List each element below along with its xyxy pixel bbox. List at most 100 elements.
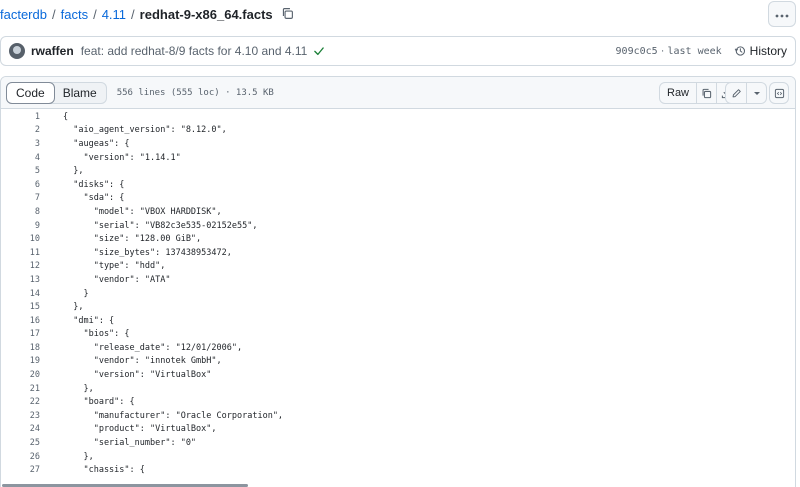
line-number[interactable]: 23 (1, 411, 40, 421)
line-number[interactable]: 6 (1, 180, 40, 190)
line-content: "vendor": "innotek GmbH", (63, 356, 222, 367)
check-icon[interactable] (313, 45, 325, 57)
line-number[interactable]: 1 (1, 112, 40, 122)
line-content: "augeas": { (63, 138, 130, 149)
breadcrumb-repo-link[interactable]: facterdb (0, 7, 47, 22)
line-content: "board": { (63, 397, 135, 408)
line-content: "product": "VirtualBox", (63, 424, 217, 435)
code-line: 1{ (1, 110, 795, 124)
commit-message-link[interactable]: feat: add redhat-8/9 facts for 4.10 and … (81, 44, 308, 58)
line-content: "serial": "VB82c3e535-02152e55", (63, 220, 258, 231)
symbols-panel-button[interactable] (769, 82, 789, 104)
line-number[interactable]: 20 (1, 370, 40, 380)
breadcrumb-dir-facts-link[interactable]: facts (61, 7, 88, 22)
file-header: Code Blame 556 lines (555 loc) · 13.5 KB… (1, 77, 795, 109)
line-content: "release_date": "12/01/2006", (63, 342, 243, 353)
tab-blame[interactable]: Blame (54, 83, 106, 103)
line-number[interactable]: 27 (1, 465, 40, 475)
line-content: "vendor": "ATA" (63, 274, 171, 285)
line-content: }, (63, 451, 94, 462)
line-content: }, (63, 166, 84, 177)
breadcrumb: facterdb / facts / 4.11 / redhat-9-x86_6… (0, 4, 295, 24)
code-line: 25 "serial_number": "0" (1, 436, 795, 450)
pencil-icon (732, 88, 741, 97)
line-number[interactable]: 12 (1, 261, 40, 271)
line-number[interactable]: 5 (1, 166, 40, 176)
breadcrumb-separator: / (131, 6, 135, 22)
line-number[interactable]: 25 (1, 438, 40, 448)
code-line: 22 "board": { (1, 395, 795, 409)
copy-icon[interactable] (281, 7, 295, 21)
line-number[interactable]: 22 (1, 397, 40, 407)
line-number[interactable]: 2 (1, 125, 40, 135)
copy-icon (702, 88, 712, 98)
line-number[interactable]: 16 (1, 316, 40, 326)
code-line: 27 "chassis": { (1, 463, 795, 477)
line-content: }, (63, 302, 84, 313)
breadcrumb-separator: / (51, 6, 56, 22)
line-content: "manufacturer": "Oracle Corporation", (63, 410, 284, 421)
raw-button[interactable]: Raw (660, 83, 696, 103)
commit-meta: 909c0c5 · last week (616, 45, 722, 57)
copy-raw-button[interactable] (696, 83, 716, 103)
line-content: "sda": { (63, 193, 125, 204)
line-number[interactable]: 7 (1, 193, 40, 203)
commit-time: last week (667, 46, 722, 57)
code-line: 6 "disks": { (1, 178, 795, 192)
line-content: "serial_number": "0" (63, 438, 197, 449)
code-line: 3 "augeas": { (1, 137, 795, 151)
more-options-button[interactable] (768, 1, 796, 27)
line-number[interactable]: 15 (1, 302, 40, 312)
line-content: "aio_agent_version": "8.12.0", (63, 125, 227, 136)
line-number[interactable]: 21 (1, 384, 40, 394)
code-line: 12 "type": "hdd", (1, 260, 795, 274)
breadcrumb-dir-version-link[interactable]: 4.11 (102, 7, 126, 22)
line-number[interactable]: 17 (1, 329, 40, 339)
latest-commit-bar: rwaffen feat: add redhat-8/9 facts for 4… (0, 36, 796, 66)
line-number[interactable]: 9 (1, 221, 40, 231)
code-line: 16 "dmi": { (1, 314, 795, 328)
line-content: "dmi": { (63, 315, 115, 326)
line-number[interactable]: 10 (1, 234, 40, 244)
line-number[interactable]: 13 (1, 275, 40, 285)
avatar[interactable] (9, 43, 25, 59)
line-content: "size_bytes": 137438953472, (63, 247, 232, 258)
code-line: 24 "product": "VirtualBox", (1, 423, 795, 437)
history-button[interactable]: History (734, 44, 787, 58)
line-number[interactable]: 26 (1, 452, 40, 462)
line-number[interactable]: 18 (1, 343, 40, 353)
edit-button[interactable] (726, 83, 746, 103)
edit-dropdown-button[interactable] (746, 83, 766, 103)
line-content: "size": "128.00 GiB", (63, 234, 202, 245)
breadcrumb-file-name: redhat-9-x86_64.facts (139, 6, 273, 22)
line-number[interactable]: 8 (1, 207, 40, 217)
code-line: 23 "manufacturer": "Oracle Corporation", (1, 409, 795, 423)
line-content: "bios": { (63, 329, 130, 340)
line-number[interactable]: 4 (1, 153, 40, 163)
code-line: 26 }, (1, 450, 795, 464)
line-content: "version": "1.14.1" (63, 152, 181, 163)
code-line: 18 "release_date": "12/01/2006", (1, 341, 795, 355)
symbols-icon (774, 88, 784, 98)
code-line: 17 "bios": { (1, 328, 795, 342)
line-number[interactable]: 3 (1, 139, 40, 149)
line-number[interactable]: 24 (1, 424, 40, 434)
kebab-icon (775, 5, 789, 23)
code-line: 19 "vendor": "innotek GmbH", (1, 355, 795, 369)
code-line: 9 "serial": "VB82c3e535-02152e55", (1, 219, 795, 233)
code-line: 5 }, (1, 164, 795, 178)
line-number[interactable]: 14 (1, 289, 40, 299)
line-number[interactable]: 11 (1, 248, 40, 258)
code-line: 2 "aio_agent_version": "8.12.0", (1, 124, 795, 138)
file-viewer: Code Blame 556 lines (555 loc) · 13.5 KB… (0, 76, 796, 487)
chevron-down-icon (753, 92, 760, 95)
code-line: 20 "version": "VirtualBox" (1, 368, 795, 382)
line-content: "model": "VBOX HARDDISK", (63, 206, 222, 217)
code-line: 8 "model": "VBOX HARDDISK", (1, 205, 795, 219)
code-line: 7 "sda": { (1, 192, 795, 206)
line-number[interactable]: 19 (1, 356, 40, 366)
code-line: 21 }, (1, 382, 795, 396)
commit-sha-link[interactable]: 909c0c5 (616, 46, 658, 57)
tab-code[interactable]: Code (6, 81, 55, 104)
commit-author-link[interactable]: rwaffen (31, 44, 74, 58)
